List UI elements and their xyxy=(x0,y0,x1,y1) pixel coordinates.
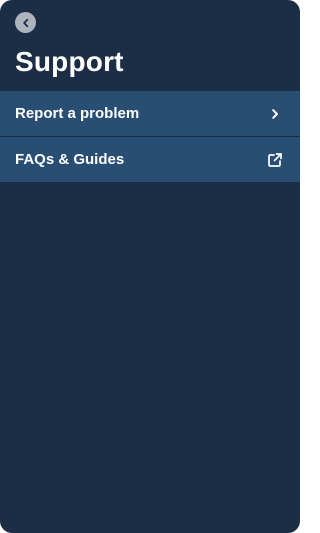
chevron-right-icon xyxy=(267,106,283,122)
menu-item-label: Report a problem xyxy=(15,105,140,122)
chevron-left-icon xyxy=(21,18,31,28)
support-menu: Report a problem FAQs & Guides xyxy=(0,91,300,182)
page-title: Support xyxy=(15,46,124,77)
menu-item-report-problem[interactable]: Report a problem xyxy=(0,91,300,136)
menu-item-faqs-guides[interactable]: FAQs & Guides xyxy=(0,136,300,182)
back-button[interactable] xyxy=(15,12,36,33)
external-link-icon xyxy=(267,152,283,168)
menu-item-label: FAQs & Guides xyxy=(15,151,125,168)
support-panel: Support Report a problem FAQs & Guides xyxy=(0,0,300,533)
